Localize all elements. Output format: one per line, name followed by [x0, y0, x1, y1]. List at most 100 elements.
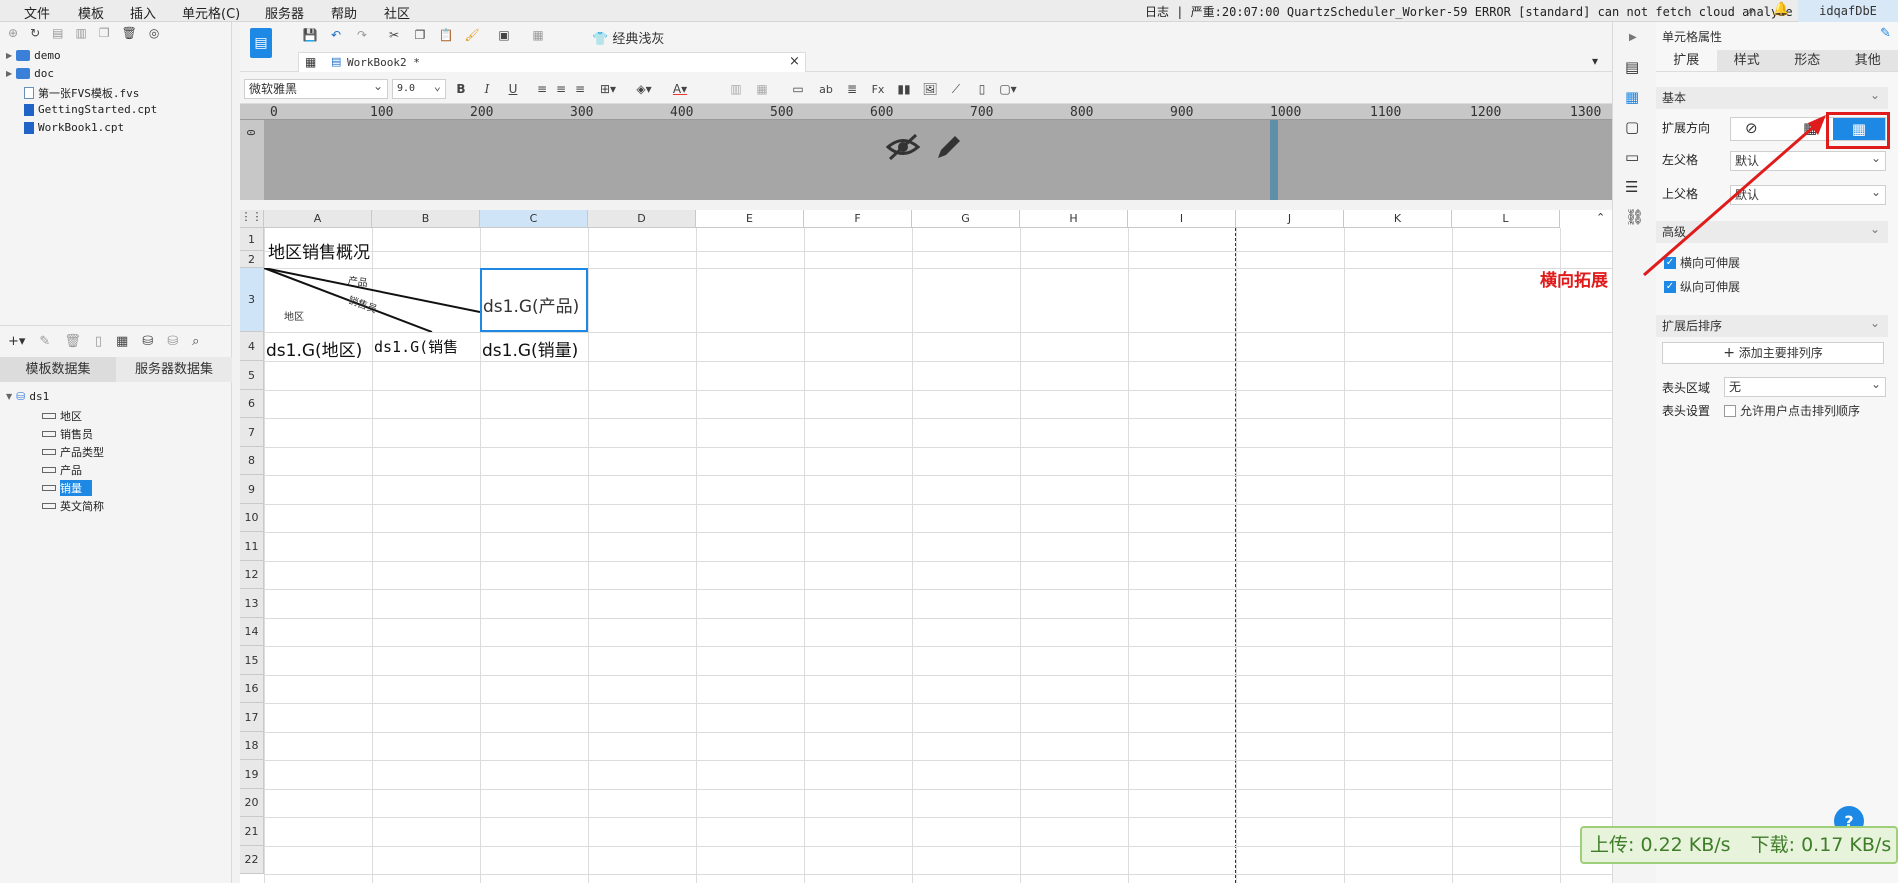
checkbox-icon[interactable] — [1724, 404, 1736, 417]
font-select[interactable]: 微软雅黑 — [244, 77, 388, 99]
section-sort-after[interactable]: 扩展后排序 — [1656, 312, 1888, 337]
menu-community[interactable]: 社区 — [384, 3, 410, 22]
cell-c4[interactable]: ds1.G(销量) — [482, 336, 578, 361]
widget-settings-icon[interactable]: ▭ — [1625, 148, 1639, 166]
bell-icon[interactable]: 🔔 — [1773, 2, 1789, 17]
row-header[interactable]: 8 — [240, 447, 264, 475]
close-tab-icon[interactable]: × — [789, 54, 800, 69]
column-header[interactable]: I — [1128, 210, 1236, 228]
copy-icon[interactable]: ❐ — [412, 27, 428, 43]
column-header[interactable]: L — [1452, 210, 1560, 228]
wrap-icon[interactable]: ≣ — [844, 81, 860, 97]
row-header[interactable]: 10 — [240, 504, 264, 532]
add-dataset-icon[interactable]: +▾ — [8, 334, 25, 349]
collapse-icon[interactable]: ▶ — [1629, 32, 1637, 43]
column-header[interactable]: A — [264, 210, 372, 228]
row-header[interactable]: 16 — [240, 675, 264, 703]
tab-style[interactable]: 样式 — [1716, 50, 1777, 71]
tree-item-workbook1[interactable]: WorkBook1.cpt — [24, 121, 124, 134]
tree-item-demo[interactable]: ▶ demo — [6, 49, 61, 62]
locate-icon[interactable]: ◎ — [149, 26, 159, 40]
underline-button[interactable]: U — [505, 81, 521, 97]
row-header[interactable]: 17 — [240, 703, 264, 732]
theme-selector[interactable]: 👕 经典浅灰 — [592, 28, 664, 47]
text-icon[interactable]: ab — [818, 81, 834, 97]
tab-other[interactable]: 其他 — [1837, 50, 1898, 71]
row-header[interactable]: 6 — [240, 390, 264, 418]
column-header-selected[interactable]: C — [480, 210, 588, 228]
expand-arrow-icon[interactable]: ▶ — [6, 69, 12, 78]
menu-server[interactable]: 服务器 — [265, 3, 304, 22]
delete-dataset-icon[interactable]: 🗑 — [64, 334, 81, 349]
cell-c3-selected[interactable]: ds1.G(产品) — [480, 268, 588, 332]
collapse-arrow-icon[interactable]: ▼ — [6, 392, 12, 401]
bold-button[interactable]: B — [453, 81, 469, 97]
row-header[interactable]: 5 — [240, 361, 264, 390]
insert-row-icon[interactable]: ▭ — [790, 81, 806, 97]
edit-dataset-icon[interactable]: ✎ — [39, 334, 50, 349]
allow-sort-checkbox[interactable]: 允许用户点击排列顺序 — [1724, 402, 1860, 419]
column-header[interactable]: F — [804, 210, 912, 228]
align-left-icon[interactable]: ≡ — [534, 81, 550, 97]
preview-icon[interactable]: ▯ — [95, 334, 102, 349]
field-item[interactable]: 产品 — [42, 462, 82, 478]
widget-icon[interactable]: ▦ — [530, 27, 546, 43]
field-item-selected[interactable]: 销量 — [42, 480, 92, 496]
row-header[interactable]: 12 — [240, 561, 264, 589]
menu-insert[interactable]: 插入 — [130, 3, 156, 22]
cut-icon[interactable]: ✂ — [386, 27, 402, 43]
tab-expand[interactable]: 扩展 — [1656, 50, 1717, 71]
trash-icon[interactable]: 🗑 — [122, 26, 137, 40]
image-icon[interactable]: 🖼 — [922, 81, 938, 97]
paste-icon[interactable]: 📋 — [438, 27, 454, 43]
menu-template[interactable]: 模板 — [78, 3, 104, 22]
edit-pencil-icon[interactable] — [934, 132, 964, 165]
font-size-select[interactable]: 9.0 — [392, 77, 446, 99]
property-icon[interactable]: ▤ — [1625, 58, 1639, 76]
fill-color-icon[interactable]: ◈▾ — [636, 81, 652, 97]
hide-icon[interactable] — [885, 132, 921, 169]
delete-icon[interactable]: ▥ — [75, 26, 86, 40]
refresh-icon[interactable]: ↻ — [30, 26, 40, 40]
add-sort-button[interactable]: + 添加主要排列序 — [1662, 342, 1884, 364]
tree-item-fvs[interactable]: 第一张FVS模板.fvs — [24, 85, 139, 101]
new-file-icon[interactable]: ⊕ — [8, 26, 18, 40]
italic-button[interactable]: I — [479, 81, 495, 97]
row-header[interactable]: 1 — [240, 228, 264, 251]
column-header[interactable]: G — [912, 210, 1020, 228]
cell-a1-title[interactable]: 地区销售概况 — [268, 238, 370, 263]
font-color-icon[interactable]: A▾ — [672, 81, 688, 97]
pin-icon[interactable]: ✎ — [1880, 26, 1891, 41]
format-painter-icon[interactable]: 🖌 — [464, 27, 480, 43]
border-icon[interactable]: ⊞▾ — [600, 81, 616, 97]
row-header[interactable]: 18 — [240, 732, 264, 760]
row-header[interactable]: 20 — [240, 789, 264, 817]
save-icon[interactable]: 💾 — [302, 27, 318, 43]
table-icon[interactable]: ▦ — [116, 334, 128, 349]
row-header[interactable]: 2 — [240, 251, 264, 268]
align-center-icon[interactable]: ≡ — [553, 81, 569, 97]
column-header[interactable]: E — [696, 210, 804, 228]
tree-item-gettingstarted[interactable]: GettingStarted.cpt — [24, 103, 157, 116]
user-name[interactable]: idqafDbE — [1798, 0, 1898, 22]
menu-cell[interactable]: 单元格(C) — [182, 3, 240, 22]
tab-menu-icon[interactable]: ▾ — [1592, 54, 1598, 68]
formula-icon[interactable]: Fx — [870, 81, 886, 97]
preview-icon[interactable]: ▣ — [496, 27, 512, 43]
cell-attr-icon[interactable]: ▦ — [1625, 88, 1639, 106]
column-header[interactable]: K — [1344, 210, 1452, 228]
row-header[interactable]: 11 — [240, 532, 264, 561]
row-header[interactable]: 7 — [240, 418, 264, 447]
edit-icon[interactable]: ▤ — [52, 26, 63, 40]
row-header[interactable]: 21 — [240, 817, 264, 846]
undo-icon[interactable]: ↶ — [328, 27, 344, 43]
cell-b4[interactable]: ds1.G(销售 — [374, 336, 478, 357]
page-boundary-marker[interactable] — [1270, 120, 1278, 200]
select-all-corner[interactable]: ⋮⋮ — [240, 210, 264, 228]
condition-icon[interactable]: ☰ — [1625, 178, 1638, 196]
unmerge-icon[interactable]: ▦ — [754, 81, 770, 97]
float-element-icon[interactable]: ▢ — [1625, 118, 1639, 136]
search-dataset-icon[interactable]: ⌕ — [192, 334, 199, 349]
merge-icon[interactable]: ▥ — [728, 81, 744, 97]
row-header[interactable]: 9 — [240, 475, 264, 504]
